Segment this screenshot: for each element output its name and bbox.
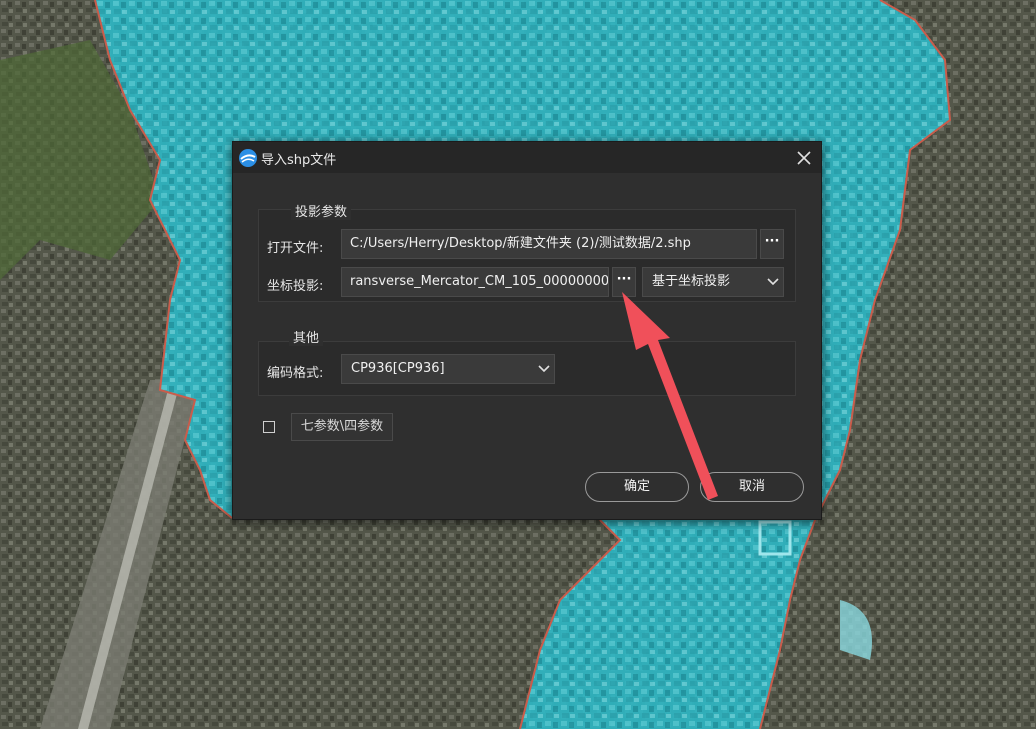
open-file-path-field[interactable]: C:/Users/Herry/Desktop/新建文件夹 (2)/测试数据/2.…: [341, 229, 757, 259]
seven-four-param-button[interactable]: 七参数\四参数: [291, 413, 393, 441]
close-icon[interactable]: [793, 147, 815, 169]
projection-group-title: 投影参数: [291, 201, 352, 220]
ok-button[interactable]: 确定: [585, 472, 689, 502]
coord-projection-browse-button[interactable]: ···: [612, 267, 636, 297]
encoding-dropdown[interactable]: CP936[CP936]: [341, 354, 555, 384]
encoding-label: 编码格式:: [267, 366, 324, 381]
cancel-button[interactable]: 取消: [700, 472, 804, 502]
other-group-title: 其他: [289, 327, 324, 346]
chevron-down-icon: [538, 365, 550, 373]
coord-mode-dropdown[interactable]: 基于坐标投影: [642, 267, 784, 297]
open-file-label: 打开文件:: [267, 241, 324, 256]
open-file-browse-button[interactable]: ···: [760, 229, 784, 259]
app-logo-icon: [239, 149, 257, 167]
coord-projection-field[interactable]: ransverse_Mercator_CM_105_00000000: [341, 267, 609, 297]
chevron-down-icon: [767, 278, 779, 286]
dialog-title: 导入shp文件: [261, 153, 337, 168]
seven-param-checkbox[interactable]: [263, 421, 275, 433]
coord-projection-label: 坐标投影:: [267, 279, 324, 294]
dialog-titlebar: 导入shp文件: [233, 142, 821, 173]
coord-mode-value: 基于坐标投影: [652, 274, 731, 289]
import-shp-dialog: 导入shp文件 投影参数 打开文件: C:/Users/Herry/Deskto…: [232, 141, 822, 520]
encoding-value: CP936[CP936]: [351, 361, 445, 376]
